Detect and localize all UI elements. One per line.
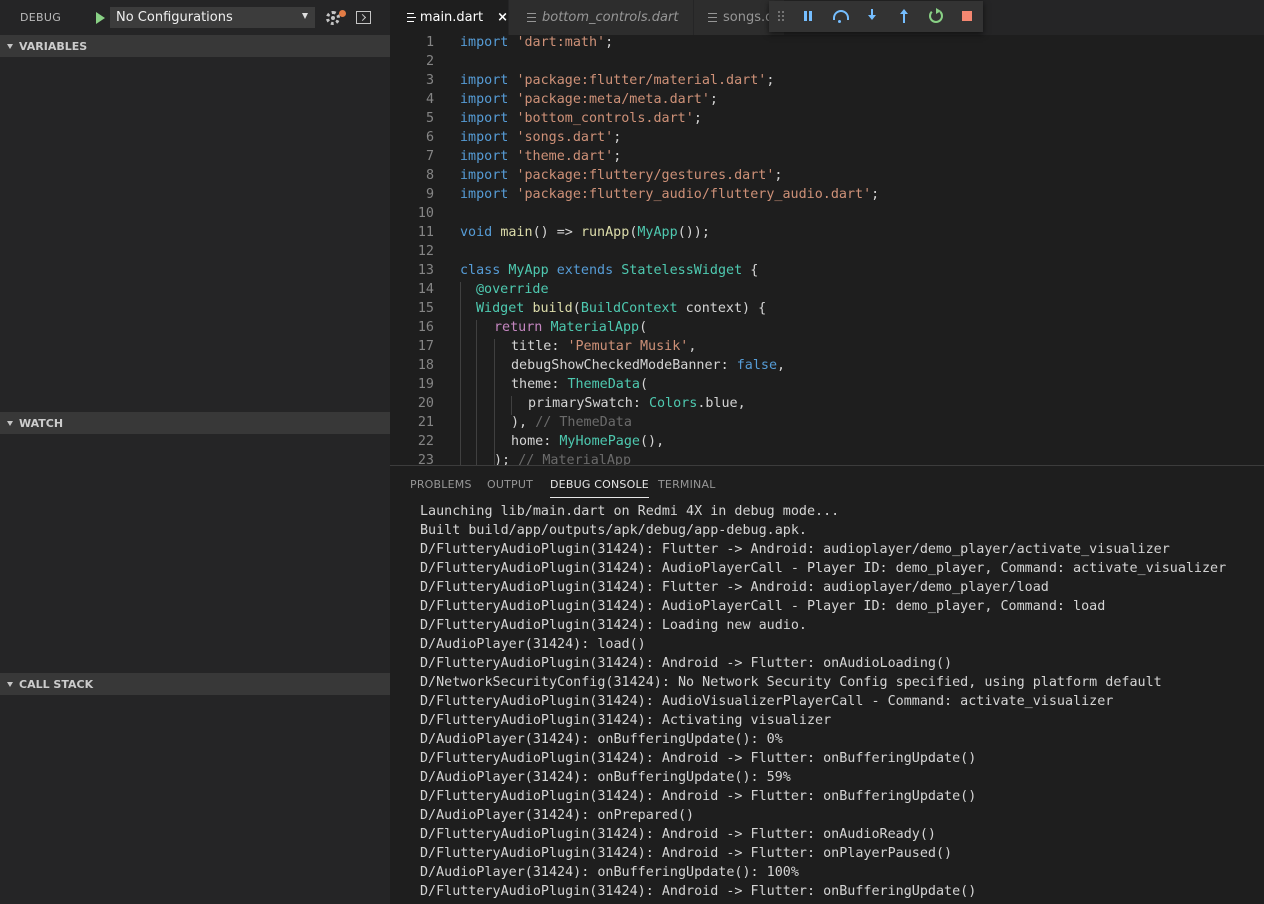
code-line: 9 import 'package:fluttery_audio/fluttery… <box>425 187 880 202</box>
call-stack-panel <box>0 695 390 904</box>
tab-main-dart[interactable]: main.dart × <box>390 0 508 35</box>
code-line: 5 import 'bottom_controls.dart'; <box>425 111 702 126</box>
call-stack-section-header[interactable]: CALL STACK <box>0 673 390 695</box>
chevron-down-icon <box>302 13 308 19</box>
code-line: 10 <box>417 206 434 221</box>
code-line: 22 home: MyHomePage(), <box>417 434 665 449</box>
pause-icon[interactable] <box>799 7 817 25</box>
console-line: D/AudioPlayer(31424): load() <box>420 637 646 652</box>
console-line: D/FlutteryAudioPlugin(31424): Android ->… <box>420 656 953 671</box>
step-out-icon[interactable] <box>895 7 913 25</box>
tab-label: main.dart <box>419 10 484 25</box>
debug-console-output[interactable]: Launching lib/main.dart on Redmi 4X in d… <box>420 502 1264 901</box>
editor-area: main.dart × bottom_controls.dart songs.d… <box>390 0 1264 904</box>
file-icon <box>407 13 416 22</box>
code-line: 19 theme: ThemeData( <box>417 377 649 392</box>
stop-icon[interactable] <box>959 7 977 25</box>
console-line: D/FlutteryAudioPlugin(31424): AudioVisua… <box>420 694 1114 709</box>
debug-header: DEBUG No Configurations <box>0 0 390 35</box>
code-line: 8 import 'package:fluttery/gestures.dart'… <box>425 168 783 183</box>
open-console-icon[interactable] <box>356 11 371 24</box>
code-line: 6 import 'songs.dart'; <box>425 130 622 145</box>
code-line: 12 <box>417 244 434 259</box>
chevron-down-icon <box>7 681 13 687</box>
step-over-icon[interactable] <box>831 7 849 25</box>
console-line: D/AudioPlayer(31424): onBufferingUpdate(… <box>420 732 783 747</box>
code-line: 7 import 'theme.dart'; <box>425 149 622 164</box>
code-line: 16 return MaterialApp( <box>417 320 648 335</box>
console-line: D/FlutteryAudioPlugin(31424): Android ->… <box>420 846 953 861</box>
variables-section-header[interactable]: VARIABLES <box>0 35 390 57</box>
code-line: 2 <box>425 54 434 69</box>
variables-label: VARIABLES <box>19 39 88 53</box>
console-line: D/FlutteryAudioPlugin(31424): Android ->… <box>420 751 977 766</box>
start-debugging-icon[interactable] <box>89 7 111 29</box>
close-icon[interactable]: × <box>497 10 508 25</box>
tab-output[interactable]: OUTPUT <box>487 478 533 491</box>
debug-title: DEBUG <box>20 11 62 24</box>
file-icon <box>708 13 717 22</box>
watch-label: WATCH <box>19 416 64 430</box>
file-icon <box>527 13 536 22</box>
configuration-select[interactable]: No Configurations <box>110 7 315 28</box>
console-line: D/FlutteryAudioPlugin(31424): Activating… <box>420 713 832 728</box>
code-line: 13 class MyApp extends StatelessWidget { <box>417 263 759 278</box>
tab-terminal[interactable]: TERMINAL <box>658 478 716 491</box>
tab-bottom-controls-dart[interactable]: bottom_controls.dart <box>509 0 693 35</box>
call-stack-label: CALL STACK <box>19 677 94 691</box>
debug-sidebar: DEBUG No Configurations VARIABLES WATCH … <box>0 0 390 904</box>
console-line: D/FlutteryAudioPlugin(31424): AudioPlaye… <box>420 561 1227 576</box>
console-line: D/FlutteryAudioPlugin(31424): Android ->… <box>420 827 936 842</box>
restart-icon[interactable] <box>927 7 945 25</box>
console-line: D/AudioPlayer(31424): onPrepared() <box>420 808 695 823</box>
code-line: 20 primarySwatch: Colors.blue, <box>417 396 746 411</box>
drag-handle-icon[interactable] <box>777 10 785 22</box>
debug-toolbar <box>769 1 983 32</box>
console-line: D/AudioPlayer(31424): onBufferingUpdate(… <box>420 865 799 880</box>
console-line: D/AudioPlayer(31424): onBufferingUpdate(… <box>420 770 791 785</box>
tab-label: bottom_controls.dart <box>542 10 679 25</box>
bottom-panel: PROBLEMS OUTPUT DEBUG CONSOLE TERMINAL L… <box>390 465 1264 904</box>
step-into-icon[interactable] <box>863 7 881 25</box>
console-line: Built build/app/outputs/apk/debug/app-de… <box>420 523 807 538</box>
console-line: D/FlutteryAudioPlugin(31424): Android ->… <box>420 884 977 899</box>
code-line: 1 import 'dart:math'; <box>425 35 614 50</box>
watch-section-header[interactable]: WATCH <box>0 412 390 434</box>
console-line: Launching lib/main.dart on Redmi 4X in d… <box>420 504 840 519</box>
code-line: 21), // ThemeData <box>417 415 632 430</box>
console-line: D/FlutteryAudioPlugin(31424): AudioPlaye… <box>420 599 1106 614</box>
console-line: D/FlutteryAudioPlugin(31424): Android ->… <box>420 789 977 804</box>
tab-problems[interactable]: PROBLEMS <box>410 478 472 491</box>
chevron-down-icon <box>7 420 13 426</box>
code-line: 11 void main() => runApp(MyApp()); <box>417 225 710 240</box>
console-line: D/NetworkSecurityConfig(31424): No Netwo… <box>420 675 1162 690</box>
code-line: 3 import 'package:flutter/material.dart'; <box>425 73 775 88</box>
code-line: 23); // MaterialApp <box>417 453 632 465</box>
watch-panel <box>0 434 390 673</box>
tab-debug-console[interactable]: DEBUG CONSOLE <box>550 478 649 498</box>
code-line: 4 import 'package:meta/meta.dart'; <box>425 92 718 107</box>
configuration-value: No Configurations <box>116 10 233 25</box>
code-line: 18 debugShowCheckedModeBanner: false, <box>417 358 786 373</box>
variables-panel <box>0 57 390 412</box>
tab-label: songs.d <box>723 10 774 25</box>
console-line: D/FlutteryAudioPlugin(31424): Flutter ->… <box>420 542 1170 557</box>
gear-icon[interactable] <box>324 8 346 28</box>
console-line: D/FlutteryAudioPlugin(31424): Loading ne… <box>420 618 807 633</box>
console-line: D/FlutteryAudioPlugin(31424): Flutter ->… <box>420 580 1049 595</box>
code-line: 14 @override <box>417 282 549 297</box>
code-line: 15 Widget build(BuildContext context) { <box>417 301 767 316</box>
panel-tabs: PROBLEMS OUTPUT DEBUG CONSOLE TERMINAL <box>390 466 1264 501</box>
chevron-down-icon <box>7 43 13 49</box>
code-line: 17 title: 'Pemutar Musik', <box>417 339 697 354</box>
code-editor[interactable]: 1 import 'dart:math'; 2 3 import 'package:… <box>390 35 1264 465</box>
